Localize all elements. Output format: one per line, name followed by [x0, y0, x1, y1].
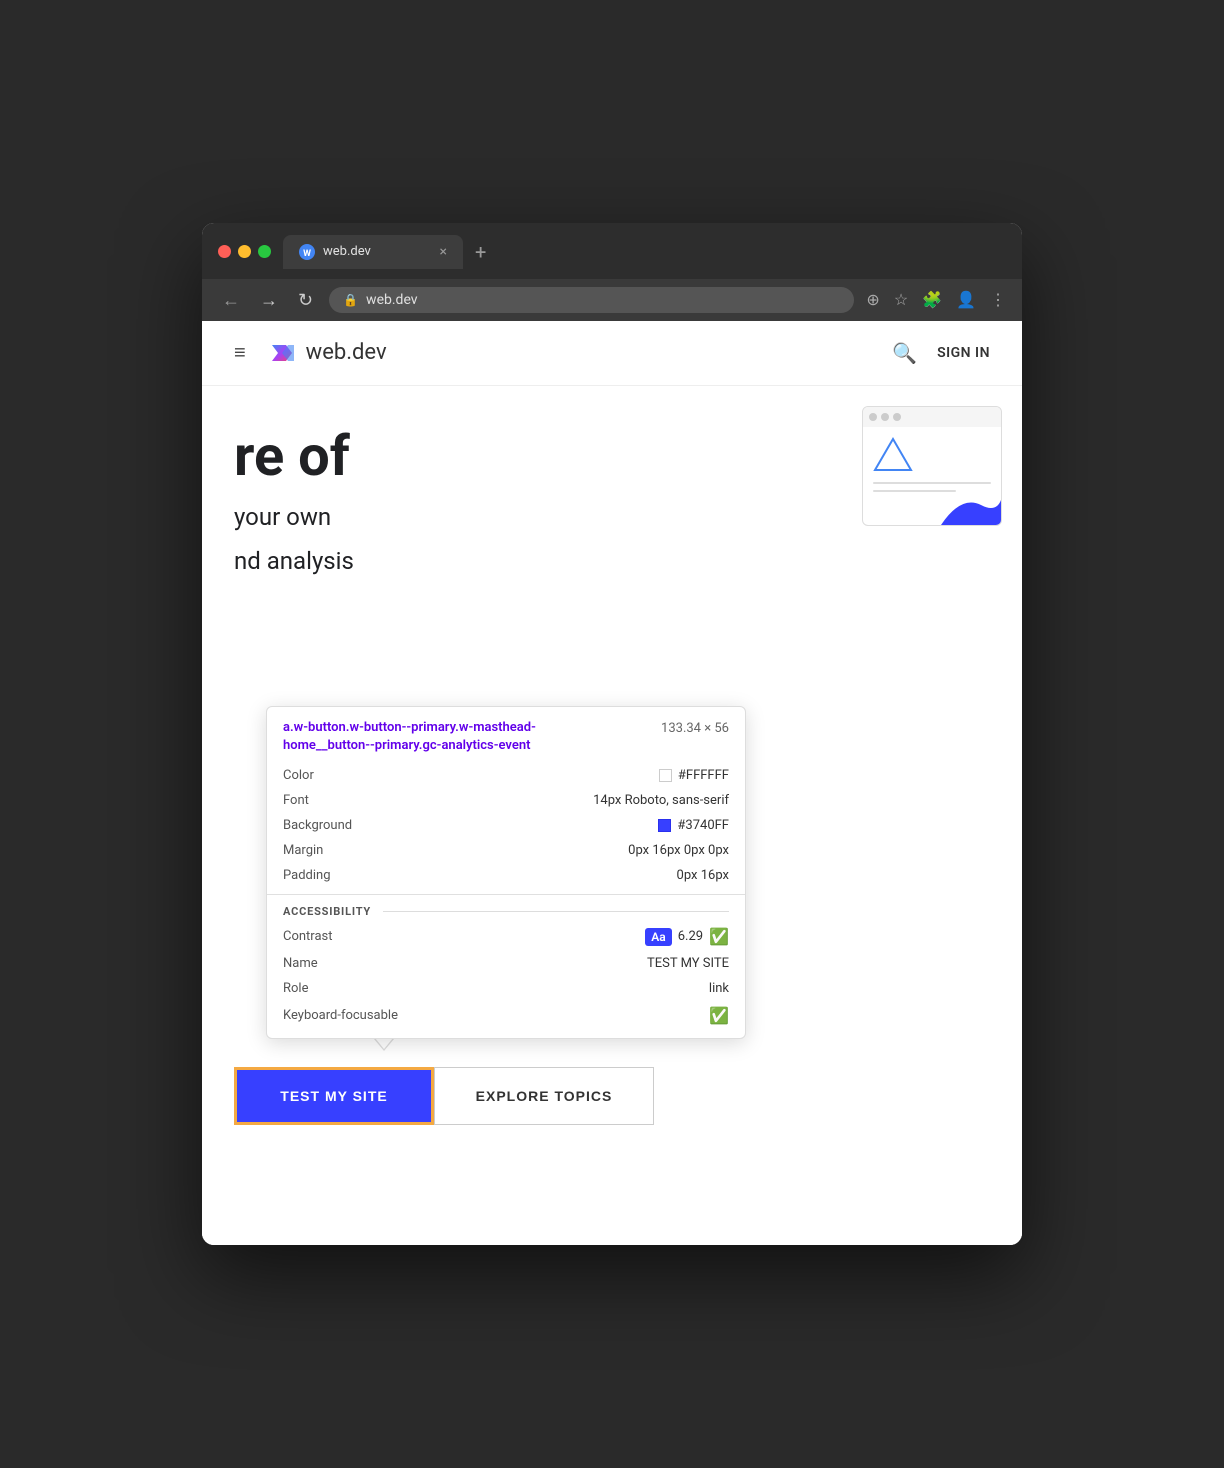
test-my-site-button[interactable]: TEST MY SITE — [234, 1067, 434, 1125]
contrast-number: 6.29 — [678, 929, 703, 944]
role-label: Role — [283, 981, 308, 996]
back-button[interactable]: ← — [218, 289, 244, 311]
keyboard-check-icon: ✅ — [709, 1006, 729, 1025]
svg-text:W: W — [303, 249, 311, 259]
background-label: Background — [283, 818, 352, 833]
padding-value: 0px 16px — [677, 868, 729, 883]
accessibility-header: ACCESSIBILITY — [267, 901, 745, 922]
zoom-icon[interactable]: ⊕ — [866, 290, 879, 309]
inspector-selector: a.w-button.w-button--primary.w-masthead-… — [283, 719, 603, 755]
font-value: 14px Roboto, sans-serif — [593, 793, 729, 808]
hero-section: re of your own nd analysis — [202, 386, 1022, 706]
site-header: ≡ web.dev — [202, 321, 1022, 386]
lock-icon: 🔒 — [343, 293, 358, 307]
site-logo: web.dev — [266, 337, 387, 369]
browser-toolbar: ← → ↻ 🔒 web.dev ⊕ ☆ 🧩 👤 ⋮ — [202, 279, 1022, 321]
contrast-check-icon: ✅ — [709, 927, 729, 946]
color-hex: #FFFFFF — [678, 768, 729, 783]
logo-chevron-icon — [266, 337, 298, 369]
cta-area: TEST MY SITE EXPLORE TOPICS — [202, 1051, 1022, 1165]
role-value: link — [709, 981, 729, 996]
background-value: #3740FF — [658, 818, 729, 833]
toolbar-icons: ⊕ ☆ 🧩 👤 ⋮ — [866, 290, 1006, 309]
name-value: TEST MY SITE — [647, 956, 729, 971]
inspector-popup: a.w-button.w-button--primary.w-masthead-… — [266, 706, 746, 1039]
new-tab-button[interactable]: + — [475, 240, 486, 264]
website-content: ≡ web.dev — [202, 321, 1022, 1245]
contrast-label: Contrast — [283, 929, 333, 944]
inspector-container: a.w-button.w-button--primary.w-masthead-… — [202, 706, 1022, 1051]
keyboard-label: Keyboard-focusable — [283, 1008, 398, 1023]
margin-value: 0px 16px 0px 0px — [628, 843, 729, 858]
color-swatch-blue — [658, 819, 671, 832]
keyboard-focusable-check-icon: ✅ — [709, 1006, 729, 1025]
popup-arrow-down — [374, 1039, 394, 1051]
tab-favicon: W — [299, 244, 315, 260]
minimize-traffic-light[interactable] — [238, 245, 251, 258]
accessibility-label: ACCESSIBILITY — [283, 905, 371, 918]
accessibility-line — [383, 911, 729, 912]
contrast-value: Aa 6.29 ✅ — [645, 927, 729, 946]
bookmark-icon[interactable]: ☆ — [894, 290, 908, 309]
forward-button[interactable]: → — [256, 289, 282, 311]
mockup-titlebar — [863, 407, 1001, 427]
contrast-badge: Aa — [645, 928, 671, 946]
inspector-role-row: Role link — [267, 976, 745, 1001]
tab-title: web.dev — [323, 244, 432, 259]
address-text: web.dev — [366, 292, 418, 308]
site-header-right: 🔍 SIGN IN — [892, 341, 990, 365]
inspector-font-row: Font 14px Roboto, sans-serif — [267, 788, 745, 813]
maximize-traffic-light[interactable] — [258, 245, 271, 258]
tab-close-button[interactable]: × — [440, 245, 447, 259]
inspector-background-row: Background #3740FF — [267, 813, 745, 838]
site-name: web.dev — [306, 340, 387, 365]
browser-titlebar: W web.dev × + — [202, 223, 1022, 279]
inspector-margin-row: Margin 0px 16px 0px 0px — [267, 838, 745, 863]
close-traffic-light[interactable] — [218, 245, 231, 258]
browser-window: W web.dev × + ← → ↻ 🔒 web.dev ⊕ ☆ 🧩 👤 ⋮ — [202, 223, 1022, 1245]
inspector-divider — [267, 894, 745, 895]
color-label: Color — [283, 768, 314, 783]
color-swatch-white — [659, 769, 672, 782]
inspector-header: a.w-button.w-button--primary.w-masthead-… — [267, 707, 745, 763]
search-button[interactable]: 🔍 — [892, 341, 917, 365]
font-label: Font — [283, 793, 309, 808]
extensions-icon[interactable]: 🧩 — [922, 290, 942, 309]
tab-bar: W web.dev × + — [283, 235, 1006, 269]
traffic-lights — [218, 245, 271, 258]
browser-tab[interactable]: W web.dev × — [283, 235, 463, 269]
hero-subtext-2: nd analysis — [234, 547, 354, 575]
hero-text: re of — [234, 426, 354, 488]
background-hex: #3740FF — [677, 818, 729, 833]
site-header-left: ≡ web.dev — [234, 337, 387, 369]
reload-button[interactable]: ↻ — [294, 289, 317, 311]
explore-topics-button[interactable]: EXPLORE TOPICS — [434, 1067, 654, 1125]
sign-in-button[interactable]: SIGN IN — [937, 345, 990, 361]
profile-icon[interactable]: 👤 — [956, 290, 976, 309]
inspector-dimensions: 133.34 × 56 — [661, 721, 729, 736]
inspector-color-row: Color #FFFFFF — [267, 763, 745, 788]
menu-icon[interactable]: ⋮ — [990, 290, 1006, 309]
hamburger-menu-icon[interactable]: ≡ — [234, 340, 246, 365]
name-label: Name — [283, 956, 318, 971]
inspector-keyboard-row: Keyboard-focusable ✅ — [267, 1001, 745, 1030]
margin-label: Margin — [283, 843, 323, 858]
address-bar[interactable]: 🔒 web.dev — [329, 287, 854, 313]
hero-subtext-1: your own — [234, 503, 354, 531]
color-value: #FFFFFF — [659, 768, 729, 783]
inspector-name-row: Name TEST MY SITE — [267, 951, 745, 976]
bottom-spacer — [202, 1165, 1022, 1245]
padding-label: Padding — [283, 868, 331, 883]
inspector-padding-row: Padding 0px 16px — [267, 863, 745, 888]
browser-mockup-illustration — [862, 406, 1002, 526]
popup-arrow-wrapper — [234, 1039, 990, 1051]
inspector-contrast-row: Contrast Aa 6.29 ✅ — [267, 922, 745, 951]
